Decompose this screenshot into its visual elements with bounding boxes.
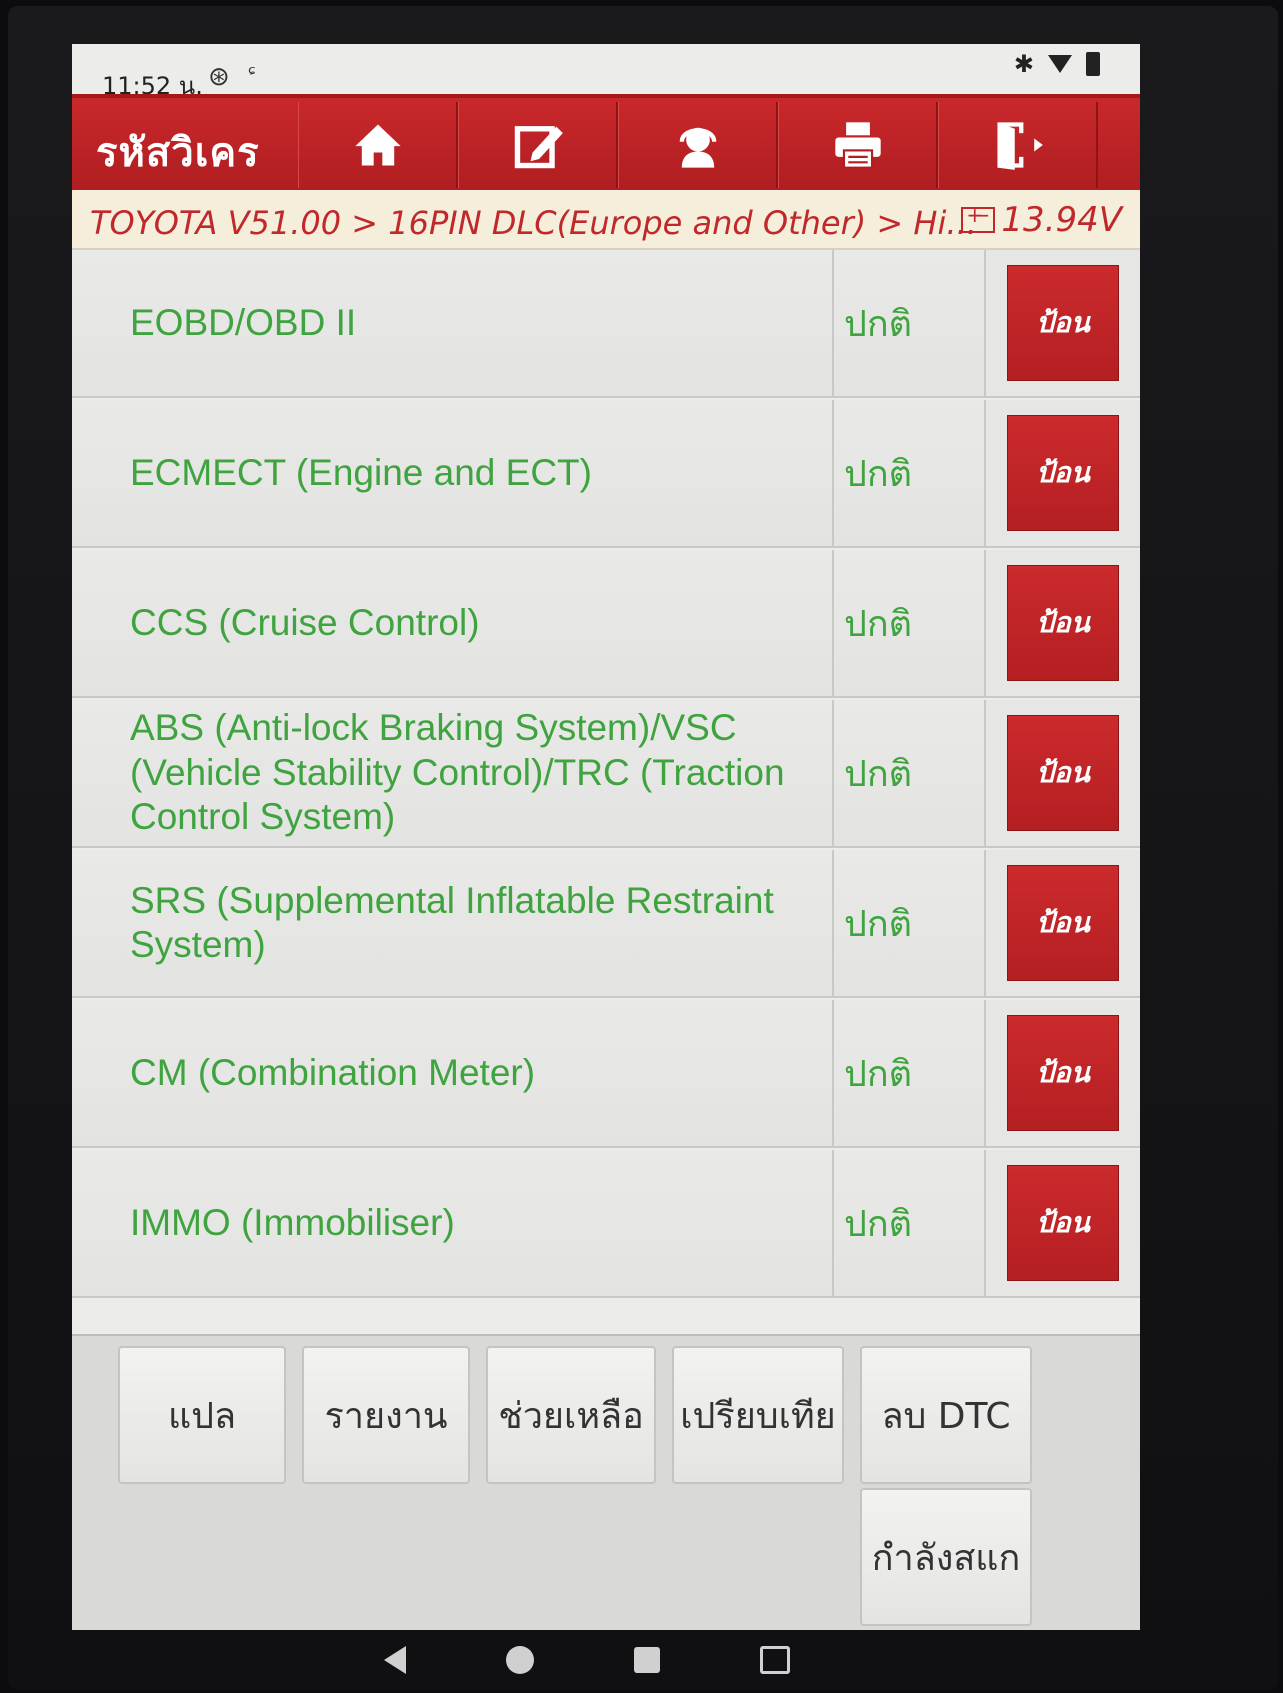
clear-dtc-button[interactable]: ลบ DTC [860,1346,1032,1484]
edit-icon [514,126,563,169]
system-action-cell: ป้อน [986,250,1140,396]
android-nav-bar [0,1630,1283,1690]
system-row[interactable]: ECMECT (Engine and ECT) ปกติ ป้อน [72,400,1140,548]
system-status: ปกติ [834,700,986,846]
system-name: ECMECT (Engine and ECT) [72,400,834,546]
system-status: ปกติ [834,400,986,546]
system-row[interactable]: IMMO (Immobiliser) ปกติ ป้อน [72,1150,1140,1298]
print-button[interactable] [778,102,938,188]
system-action-cell: ป้อน [986,850,1140,996]
home-button[interactable] [298,102,458,188]
status-bar: 11:52 น. ⊛ ᶝ ✱ [72,44,1140,100]
enter-button[interactable]: ป้อน [1007,715,1119,831]
diagnostic-icon: ᶝ [248,62,257,87]
action-panel: แปล รายงาน ช่วยเหลือ เปรียบเทีย ลบ DTC ก… [72,1334,1140,1630]
status-right-icons: ✱ [1014,50,1100,78]
system-row[interactable]: EOBD/OBD II ปกติ ป้อน [72,250,1140,398]
system-action-cell: ป้อน [986,1150,1140,1296]
battery-voltage-icon [961,203,996,233]
help-button[interactable]: ช่วยเหลือ [486,1346,656,1484]
exit-icon [996,122,1043,170]
edit-button[interactable] [458,102,618,188]
voltage-value: 13.94V [1001,200,1122,240]
system-row[interactable]: ABS (Anti-lock Braking System)/VSC (Vehi… [72,700,1140,848]
title-bar: รหัสวิเคร [72,94,1140,190]
back-icon[interactable] [383,1646,406,1674]
enter-button[interactable]: ป้อน [1007,1165,1119,1281]
report-button[interactable]: รายงาน [302,1346,470,1484]
recent-apps-icon[interactable] [633,1647,660,1673]
screenshot-icon[interactable] [759,1646,790,1674]
system-row[interactable]: CCS (Cruise Control) ปกติ ป้อน [72,550,1140,698]
system-action-cell: ป้อน [986,700,1140,846]
system-name: IMMO (Immobiliser) [72,1150,834,1296]
bluetooth-icon: ✱ [1013,50,1034,78]
enter-button[interactable]: ป้อน [1007,265,1119,381]
scanning-button[interactable]: กำลังสแก [860,1488,1032,1626]
system-status: ปกติ [834,1000,986,1146]
voltage-indicator: 13.94V [961,200,1122,240]
breadcrumb: TOYOTA V51.00 > 16PIN DLC(Europe and Oth… [90,204,977,242]
battery-icon [1086,52,1100,76]
system-name: CM (Combination Meter) [72,1000,834,1146]
enter-button[interactable]: ป้อน [1007,865,1119,981]
page-title: รหัสวิเคร [96,130,260,176]
system-action-cell: ป้อน [986,400,1140,546]
support-button[interactable] [618,102,778,188]
print-icon [834,122,881,169]
system-name: ABS (Anti-lock Braking System)/VSC (Vehi… [72,700,834,846]
exit-button[interactable] [938,102,1098,188]
home-circle-icon[interactable] [505,1646,534,1674]
enter-button[interactable]: ป้อน [1007,1015,1119,1131]
system-row[interactable]: SRS (Supplemental Inflatable Restraint S… [72,850,1140,998]
compare-button[interactable]: เปรียบเทีย [672,1346,844,1484]
system-list: EOBD/OBD II ปกติ ป้อน ECMECT (Engine and… [72,250,1140,1370]
system-status: ปกติ [834,550,986,696]
toolbar [298,102,1098,188]
system-name: CCS (Cruise Control) [72,550,834,696]
system-status: ปกติ [834,850,986,996]
system-name: SRS (Supplemental Inflatable Restraint S… [72,850,834,996]
breadcrumb-bar: TOYOTA V51.00 > 16PIN DLC(Europe and Oth… [72,190,1140,250]
bluetooth-scan-icon: ⊛ [208,62,230,92]
system-status: ปกติ [834,1150,986,1296]
system-action-cell: ป้อน [986,550,1140,696]
system-name: EOBD/OBD II [72,250,834,396]
wifi-icon [1048,55,1072,73]
translate-button[interactable]: แปล [118,1346,286,1484]
enter-button[interactable]: ป้อน [1007,415,1119,531]
support-icon [679,127,716,168]
system-row[interactable]: CM (Combination Meter) ปกติ ป้อน [72,1000,1140,1148]
system-action-cell: ป้อน [986,1000,1140,1146]
enter-button[interactable]: ป้อน [1007,565,1119,681]
screen: 11:52 น. ⊛ ᶝ ✱ รหัสวิเคร TOYOTA V51.00 >… [72,44,1140,1630]
home-icon [354,124,401,166]
system-status: ปกติ [834,250,986,396]
